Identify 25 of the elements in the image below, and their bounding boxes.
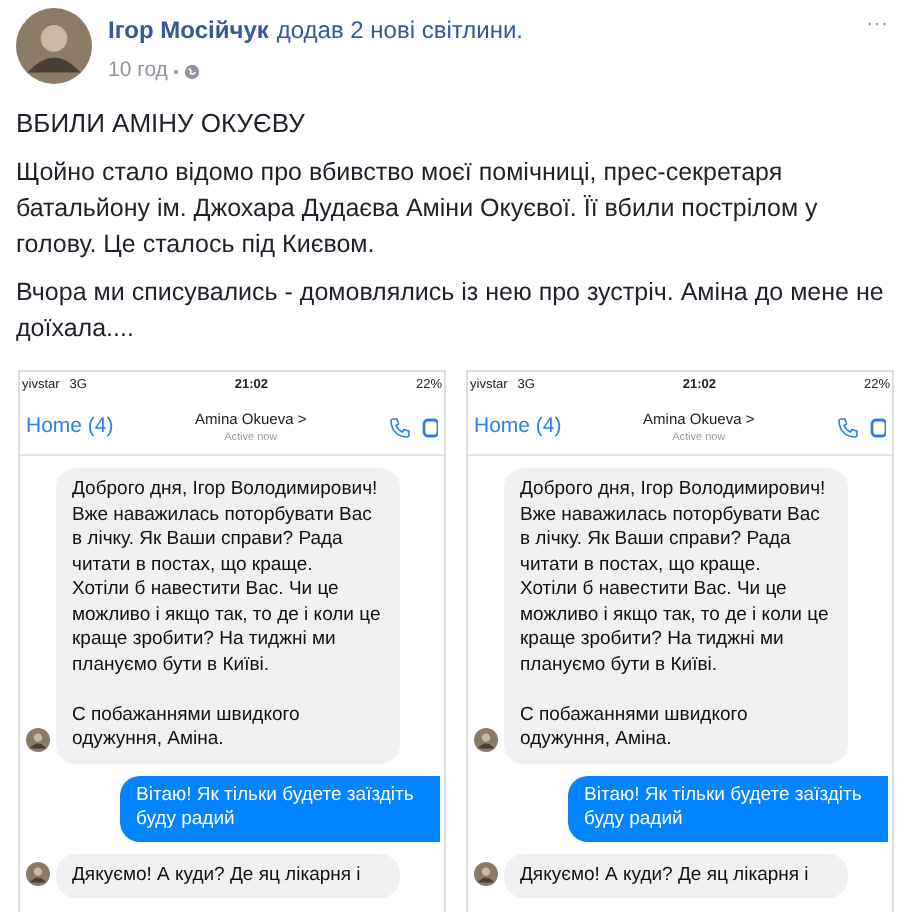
post-title: ВБИЛИ АМІНУ ОКУЄВУ [16, 105, 307, 142]
contact-avatar [474, 727, 498, 752]
sent-message: Вітаю! Як тільки будете заїздіть буду радий [568, 775, 888, 842]
phone-icon[interactable] [387, 415, 412, 440]
contact-avatar [26, 862, 50, 887]
contact-avatar [26, 727, 50, 752]
video-icon[interactable] [869, 417, 886, 438]
author-name[interactable]: Ігор Мосійчук [108, 12, 269, 48]
sent-message: Вітаю! Як тільки будете заїздіть буду радий [120, 775, 440, 842]
post-paragraph: Щойно стало відомо про вбивство моєї помічниці, прес-секретаря батальйону ім. Джохара Дудаєва Аміни Окуєвої. Її вбили пострілом у голову. Це сталось під Києвом. [16, 156, 820, 263]
back-link[interactable]: Home (4) [26, 411, 114, 444]
post-action: додав 2 нові світлини. [276, 14, 523, 48]
received-message: Дякуємо! А куди? Де яц лікарня і [56, 853, 400, 899]
phone-icon[interactable] [835, 415, 860, 440]
received-message: Дякуємо! А куди? Де яц лікарня і [504, 853, 848, 899]
video-icon[interactable] [421, 417, 438, 438]
post-time[interactable]: 10 год [108, 56, 168, 88]
post-menu-button[interactable]: ··· [866, 8, 896, 41]
post-paragraph: Вчора ми списувались - домовлялись із нею про зустріч. Аміна до мене не доїхала.... [16, 276, 886, 347]
received-message: Доброго дня, Ігор Володимирович! Вже наважилась поторбувати Вас в лічку. Як Ваши справи? Рада читати в постах, що краще. Хотіли б навестити Вас. Чи це можливо і якщо так, то де і коли це краще зробити? На тиджні ми плануємо бути в Київі. С побажаннями швидкого одужуння, Аміна. [56, 468, 400, 764]
received-message: Доброго дня, Ігор Володимирович! Вже наважилась поторбувати Вас в лічку. Як Ваши справи? Рада читати в постах, що краще. Хотіли б навестити Вас. Чи це можливо і якщо так, то де і коли це краще зробити? На тиджні ми плануємо бути в Київі. С побажаннями швидкого одужуння, Аміна. [504, 468, 848, 764]
author-avatar [16, 8, 92, 84]
globe-icon [183, 63, 200, 80]
contact-avatar [474, 862, 498, 887]
back-link[interactable]: Home (4) [474, 411, 562, 444]
